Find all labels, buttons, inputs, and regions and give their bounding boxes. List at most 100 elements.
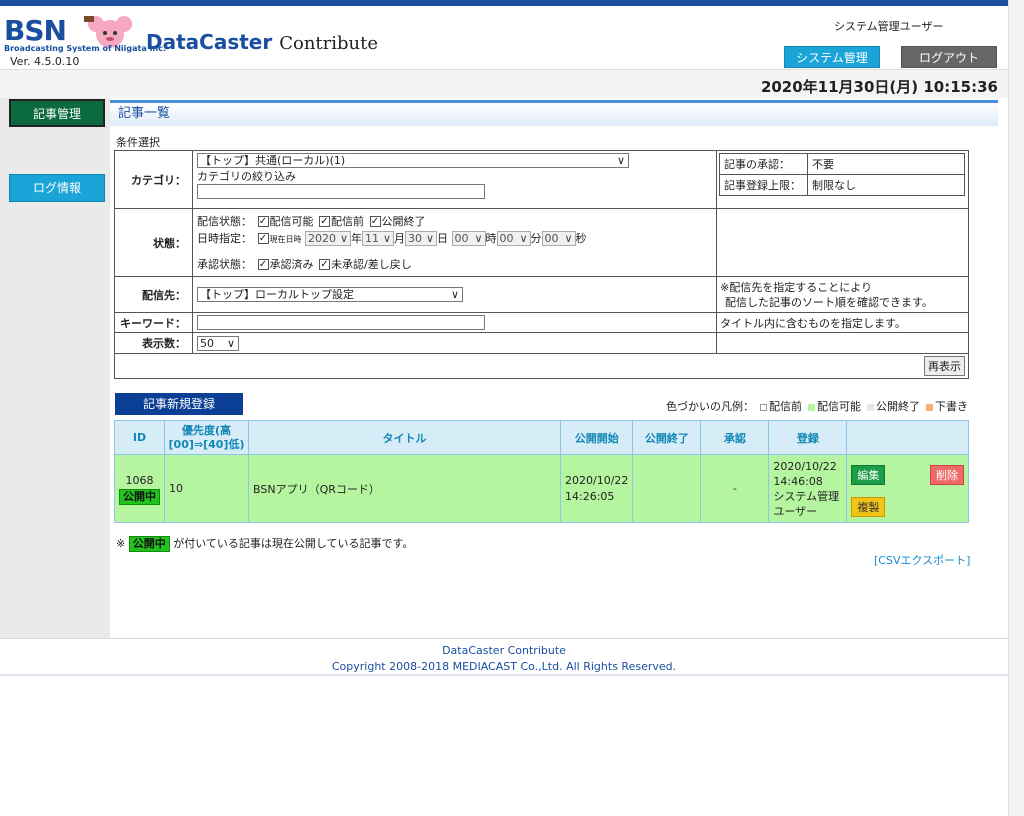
row-registered-date: 2020/10/22 xyxy=(773,459,837,473)
row-title[interactable]: BSNアプリ（QRコード） xyxy=(248,454,561,523)
datetime-bar: 2020年11月30日(月) 10:15:36 xyxy=(0,70,1008,98)
category-info-table: 記事の承認： 不要 記事登録上限： 制限なし xyxy=(719,153,965,196)
legend-swatch-draft xyxy=(926,403,933,411)
display-count-select[interactable]: 50 xyxy=(197,335,239,351)
row-publish-start-time: 14:26:05 xyxy=(565,489,615,503)
approval-info-label: 記事の承認： xyxy=(719,153,808,175)
row-approval: - xyxy=(700,454,770,523)
destination-label: 配信先： xyxy=(114,276,193,313)
published-note: ※ 公開中 が付いている記事は現在公開している記事です。 xyxy=(116,535,413,552)
row-publish-start-date: 2020/10/22 xyxy=(565,473,629,487)
row-registered-by-1: システム管理 xyxy=(773,489,840,503)
checkbox-deliverable[interactable]: ✓ xyxy=(257,216,269,227)
note-prefix: ※ xyxy=(116,537,126,550)
legend-swatch-before xyxy=(760,403,767,411)
note-text: が付いている記事は現在公開している記事です。 xyxy=(173,537,414,550)
column-title[interactable]: タイトル xyxy=(248,420,561,455)
current-datetime-option: 現在日時 xyxy=(269,234,302,244)
sidebar-item-article-management[interactable]: 記事管理 xyxy=(9,99,105,127)
approval-option-approved: 承認済み xyxy=(269,257,314,271)
column-publish-start[interactable]: 公開開始 xyxy=(559,420,634,455)
table-row: 1068 公開中 10 BSNアプリ（QRコード） 2020/10/22 14:… xyxy=(114,454,969,523)
logout-button[interactable]: ログアウト xyxy=(901,46,997,68)
category-filter-label: カテゴリの絞り込み xyxy=(197,170,296,183)
checkbox-unapproved[interactable]: ✓ xyxy=(319,259,330,270)
logo-tagline: Broadcasting System of Niigata Inc. xyxy=(4,44,166,53)
category-filter-input[interactable] xyxy=(197,184,485,199)
approval-option-unapproved: 未承認/差し戻し xyxy=(331,257,412,271)
column-approval: 承認 xyxy=(700,420,770,455)
legend-label: 色づかいの凡例： xyxy=(666,400,754,413)
destination-select[interactable]: 【トップ】ローカルトップ設定 xyxy=(197,287,463,302)
hour-select[interactable]: 00 xyxy=(451,231,486,246)
row-priority: 10 xyxy=(164,454,249,523)
second-unit: 秒 xyxy=(575,231,587,245)
app-title-sub: Contribute xyxy=(279,33,379,54)
column-registered[interactable]: 登録 xyxy=(768,420,848,455)
category-select[interactable]: 【トップ】共通(ローカル)(1) xyxy=(197,153,629,168)
row-id: 1068 xyxy=(125,473,154,487)
edit-button[interactable]: 編集 xyxy=(851,465,886,485)
column-publish-end[interactable]: 公開終了 xyxy=(632,420,702,455)
display-count-label: 表示数： xyxy=(114,332,193,354)
legend-before: 配信前 xyxy=(769,400,802,413)
sidebar: 記事管理 ログ情報 xyxy=(0,98,110,638)
delete-button[interactable]: 削除 xyxy=(930,465,964,485)
month-unit: 月 xyxy=(394,231,405,245)
app-title-main: DataCaster xyxy=(146,30,273,54)
color-legend: 色づかいの凡例： 配信前 配信可能 公開終了 下書き xyxy=(666,398,968,414)
legend-draft: 下書き xyxy=(935,400,968,413)
date-spec-label: 日時指定： xyxy=(197,231,252,245)
status-label: 状態： xyxy=(114,208,193,277)
month-select[interactable]: 11 xyxy=(362,231,394,246)
footer: DataCaster Contribute Copyright 2008-201… xyxy=(0,638,1008,676)
column-priority[interactable]: 優先度(高[00]⇒[40]低) xyxy=(164,420,249,455)
checkbox-before-delivery[interactable]: ✓ xyxy=(319,216,330,227)
approval-status-label: 承認状態： xyxy=(197,257,252,271)
copy-button[interactable]: 複製 xyxy=(851,497,886,517)
vertical-scrollbar[interactable] xyxy=(1008,0,1024,816)
user-name: システム管理ユーザー xyxy=(790,16,1000,34)
checkbox-publish-ended[interactable]: ✓ xyxy=(369,216,381,227)
minute-unit: 分 xyxy=(530,231,542,245)
legend-deliverable: 配信可能 xyxy=(817,400,861,413)
checkbox-approved[interactable]: ✓ xyxy=(257,259,269,270)
note-badge: 公開中 xyxy=(128,536,170,552)
destination-note-1: ※配信先を指定することにより xyxy=(720,280,872,294)
delivery-status-label: 配信状態： xyxy=(197,214,252,228)
limit-info-value: 制限なし xyxy=(807,174,965,196)
day-select[interactable]: 30 xyxy=(405,231,437,246)
current-datetime: 2020年11月30日(月) 10:15:36 xyxy=(760,78,998,96)
minute-select[interactable]: 00 xyxy=(496,231,531,246)
new-article-button[interactable]: 記事新規登録 xyxy=(115,393,243,415)
app-title: DataCaster Contribute xyxy=(146,30,378,54)
system-admin-button[interactable]: システム管理 xyxy=(784,46,880,68)
year-select[interactable]: 2020 xyxy=(305,231,351,246)
keyword-label: キーワード： xyxy=(114,312,193,333)
conditions-table: カテゴリ： 【トップ】共通(ローカル)(1) カテゴリの絞り込み 記事の承認： … xyxy=(114,150,969,379)
header: BSN Broadcasting System of Niigata Inc. … xyxy=(0,6,1008,70)
main-content: 記事一覧 条件選択 カテゴリ： 【トップ】共通(ローカル)(1) カテゴリの絞り… xyxy=(110,98,1008,638)
checkbox-current-datetime[interactable]: ✓ xyxy=(257,233,269,244)
legend-swatch-deliverable xyxy=(808,403,815,411)
version-label: Ver. 4.5.0.10 xyxy=(10,55,80,68)
second-select[interactable]: 00 xyxy=(541,231,576,246)
reshow-button[interactable]: 再表示 xyxy=(924,356,965,376)
column-actions xyxy=(846,420,969,455)
delivery-option-ended: 公開終了 xyxy=(381,214,426,228)
day-unit: 日 xyxy=(437,231,448,245)
category-label: カテゴリ： xyxy=(114,150,193,209)
year-unit: 年 xyxy=(351,231,362,245)
keyword-input[interactable] xyxy=(197,315,485,330)
column-id[interactable]: ID xyxy=(114,420,165,455)
keyword-note: タイトル内に含むものを指定します。 xyxy=(716,312,969,333)
destination-note-2: 配信した記事のソート順を確認できます。 xyxy=(725,295,933,309)
legend-ended: 公開終了 xyxy=(876,400,920,413)
footer-product: DataCaster Contribute xyxy=(442,644,566,657)
row-publish-end xyxy=(632,454,702,523)
csv-export-link[interactable]: [CSVエクスポート] xyxy=(874,552,970,568)
section-title: 記事一覧 xyxy=(110,100,998,126)
delivery-option-before: 配信前 xyxy=(331,214,364,228)
sidebar-item-log-info[interactable]: ログ情報 xyxy=(9,174,105,202)
conditions-label: 条件選択 xyxy=(116,136,160,149)
